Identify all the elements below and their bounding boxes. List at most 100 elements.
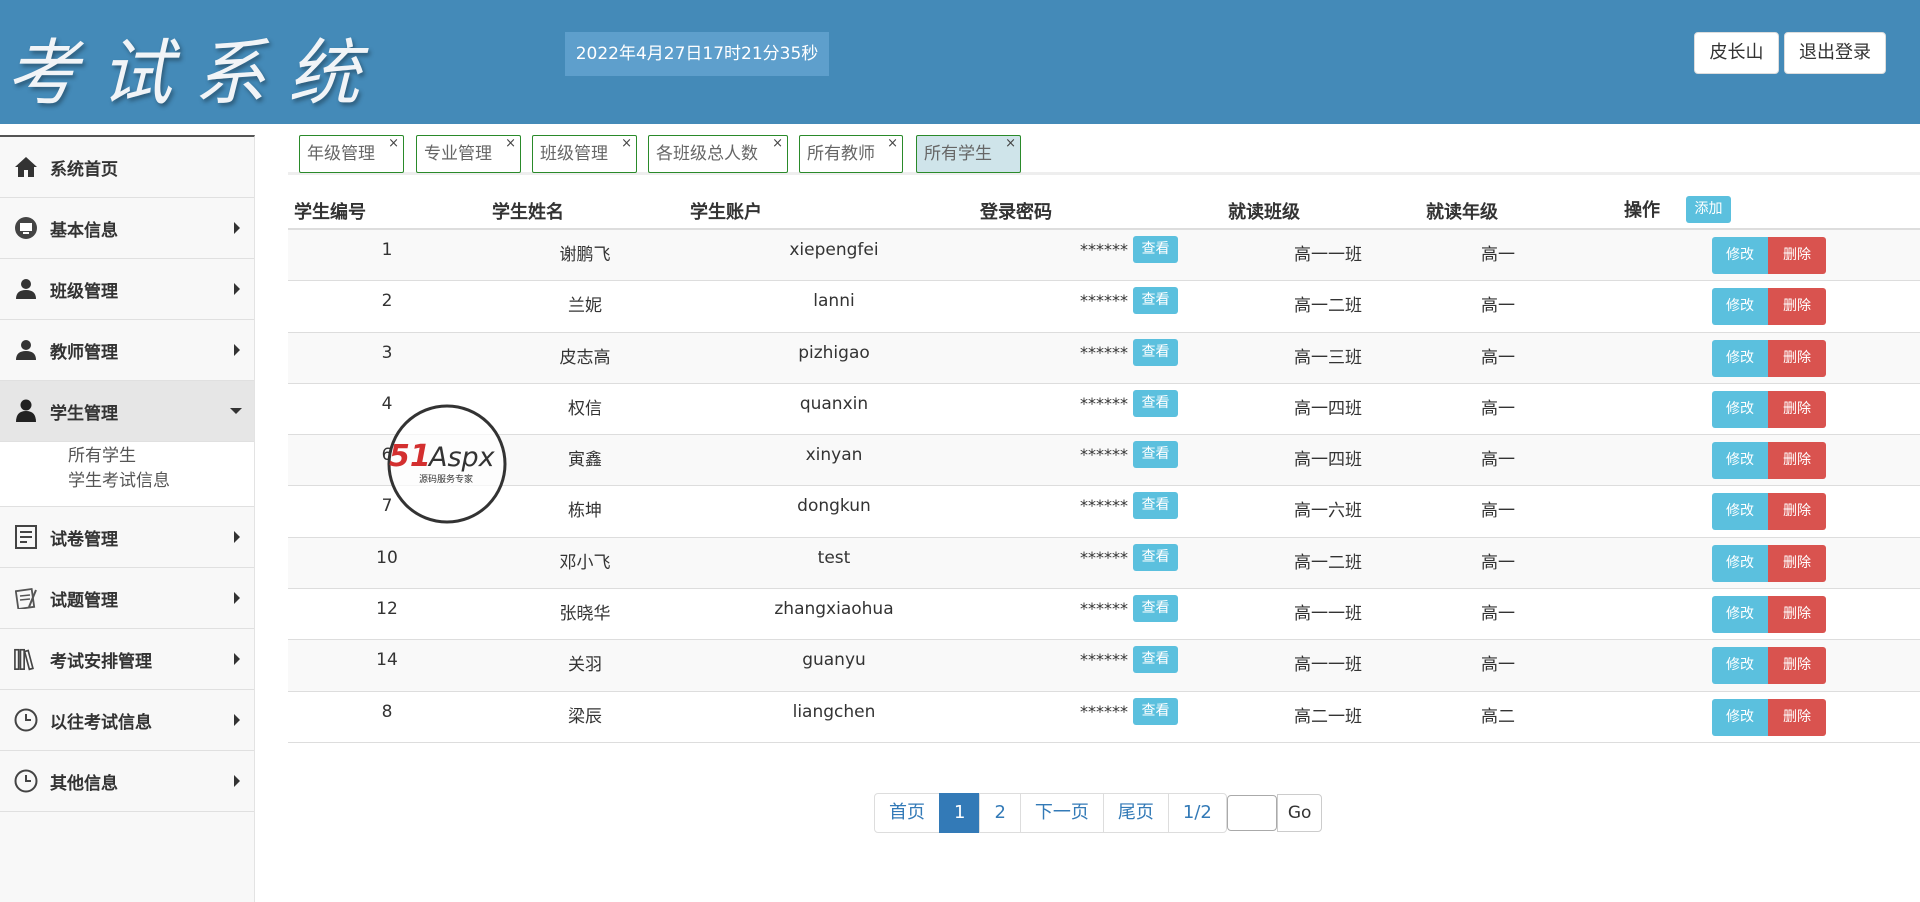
edit-button[interactable]: 修改 bbox=[1712, 596, 1768, 634]
tab-all-teachers[interactable]: 所有教师 × bbox=[799, 135, 903, 173]
delete-button[interactable]: 删除 bbox=[1768, 596, 1826, 634]
page-2-link[interactable]: 2 bbox=[979, 793, 1021, 833]
student-account-cell: guanyu bbox=[802, 650, 866, 671]
sidebar-item-student-manage[interactable]: 学生管理 bbox=[0, 381, 254, 442]
student-name-cell: 寅鑫 bbox=[568, 450, 602, 471]
table-row: 10 邓小飞 test ****** 查看 高一二班 高一 修改 删除 bbox=[288, 537, 1920, 590]
sidebar-item-label: 基本信息 bbox=[50, 220, 118, 241]
grade-cell: 高一 bbox=[1481, 655, 1515, 676]
grade-cell: 高一 bbox=[1481, 398, 1515, 419]
page-1-link[interactable]: 1 bbox=[939, 793, 981, 833]
student-account-cell: test bbox=[817, 547, 851, 568]
chevron-right-icon bbox=[234, 283, 240, 295]
tab-class-totals[interactable]: 各班级总人数 × bbox=[648, 135, 788, 173]
edit-button[interactable]: 修改 bbox=[1712, 647, 1768, 685]
student-account-cell: lanni bbox=[813, 291, 855, 312]
view-password-button[interactable]: 查看 bbox=[1133, 287, 1178, 315]
masked-password: ****** bbox=[1080, 342, 1128, 362]
add-student-button[interactable]: 添加 bbox=[1686, 196, 1731, 223]
go-button[interactable]: Go bbox=[1276, 794, 1323, 832]
edit-button[interactable]: 修改 bbox=[1712, 288, 1768, 326]
close-icon[interactable]: × bbox=[772, 126, 783, 162]
view-password-button[interactable]: 查看 bbox=[1133, 338, 1178, 366]
password-cell: ****** 查看 bbox=[1038, 595, 1178, 623]
sidebar-item-exam-schedule[interactable]: 考试安排管理 bbox=[0, 629, 254, 690]
delete-button[interactable]: 删除 bbox=[1768, 544, 1826, 582]
logout-button[interactable]: 退出登录 bbox=[1784, 32, 1886, 74]
masked-password: ****** bbox=[1080, 599, 1128, 619]
view-password-button[interactable]: 查看 bbox=[1133, 236, 1178, 263]
view-password-button[interactable]: 查看 bbox=[1133, 543, 1178, 571]
edit-button[interactable]: 修改 bbox=[1712, 698, 1768, 736]
edit-button[interactable]: 修改 bbox=[1712, 237, 1768, 274]
first-page-link[interactable]: 首页 bbox=[874, 793, 940, 833]
class-cell: 高一二班 bbox=[1294, 296, 1362, 317]
view-password-button[interactable]: 查看 bbox=[1133, 441, 1178, 469]
view-password-button[interactable]: 查看 bbox=[1133, 492, 1178, 520]
tab-grade-manage[interactable]: 年级管理 × bbox=[299, 135, 404, 173]
sidebar-item-label: 学生管理 bbox=[50, 403, 118, 424]
sidebar-item-basic-info[interactable]: 基本信息 bbox=[0, 198, 254, 259]
delete-button[interactable]: 删除 bbox=[1768, 390, 1826, 428]
sidebar-item-home[interactable]: 系统首页 bbox=[0, 137, 254, 198]
col-student-account: 学生账户 bbox=[690, 202, 762, 223]
submenu-item-student-exam-info[interactable]: 学生考试信息 bbox=[68, 469, 254, 494]
delete-button[interactable]: 删除 bbox=[1768, 647, 1826, 685]
close-icon[interactable]: × bbox=[887, 126, 898, 162]
edit-button[interactable]: 修改 bbox=[1712, 544, 1768, 582]
class-cell: 高一一班 bbox=[1294, 245, 1362, 265]
last-page-link[interactable]: 尾页 bbox=[1102, 793, 1169, 833]
delete-button[interactable]: 删除 bbox=[1768, 237, 1826, 274]
tab-label: 所有学生 bbox=[924, 144, 992, 164]
submenu-item-all-students[interactable]: 所有学生 bbox=[68, 444, 254, 469]
class-cell: 高一一班 bbox=[1294, 655, 1362, 676]
sidebar-item-past-exams[interactable]: 以往考试信息 bbox=[0, 690, 254, 751]
view-password-button[interactable]: 查看 bbox=[1133, 697, 1178, 725]
sidebar-item-label: 试题管理 bbox=[50, 590, 118, 611]
sidebar-item-paper-manage[interactable]: 试卷管理 bbox=[0, 507, 254, 568]
password-cell: ****** 查看 bbox=[1038, 697, 1178, 725]
delete-button[interactable]: 删除 bbox=[1768, 442, 1826, 480]
password-cell: ****** 查看 bbox=[1038, 287, 1178, 315]
edit-button[interactable]: 修改 bbox=[1712, 442, 1768, 480]
view-password-button[interactable]: 查看 bbox=[1133, 389, 1178, 417]
table-row: 8 梁辰 liangchen ****** 查看 高二一班 高二 修改 删除 bbox=[288, 692, 1920, 743]
tab-all-students[interactable]: 所有学生 × bbox=[916, 135, 1021, 173]
paper-icon bbox=[14, 525, 38, 549]
close-icon[interactable]: × bbox=[388, 126, 399, 162]
close-icon[interactable]: × bbox=[1005, 126, 1016, 162]
grade-cell: 高一 bbox=[1481, 347, 1515, 368]
view-password-button[interactable]: 查看 bbox=[1133, 646, 1178, 674]
class-cell: 高一六班 bbox=[1294, 501, 1362, 522]
sidebar-item-class-manage[interactable]: 班级管理 bbox=[0, 259, 254, 320]
delete-button[interactable]: 删除 bbox=[1768, 493, 1826, 531]
chevron-right-icon bbox=[234, 222, 240, 234]
close-icon[interactable]: × bbox=[505, 126, 516, 162]
delete-button[interactable]: 删除 bbox=[1768, 698, 1826, 736]
pagination: 首页 1 2 下一页 尾页 1/2 Go bbox=[874, 793, 1323, 833]
page-number-input[interactable] bbox=[1226, 795, 1277, 831]
delete-button[interactable]: 删除 bbox=[1768, 288, 1826, 326]
col-student-name: 学生姓名 bbox=[492, 202, 564, 223]
next-page-link[interactable]: 下一页 bbox=[1019, 793, 1104, 833]
table-row: 1 谢鹏飞 xiepengfei ****** 查看 高一一班 高一 修改 删除 bbox=[288, 230, 1920, 282]
sidebar-item-other-info[interactable]: 其他信息 bbox=[0, 751, 254, 812]
edit-button[interactable]: 修改 bbox=[1712, 339, 1768, 377]
student-name-cell: 权信 bbox=[568, 398, 602, 419]
table-row: 12 张晓华 zhangxiaohua ****** 查看 高一一班 高一 修改 删除 bbox=[288, 589, 1920, 641]
user-name-button[interactable]: 皮长山 bbox=[1694, 32, 1779, 74]
tab-class-manage[interactable]: 班级管理 × bbox=[532, 135, 637, 173]
edit-button[interactable]: 修改 bbox=[1712, 390, 1768, 428]
delete-button[interactable]: 删除 bbox=[1768, 339, 1826, 377]
student-account-cell: liangchen bbox=[792, 701, 876, 722]
tab-major-manage[interactable]: 专业管理 × bbox=[416, 135, 521, 173]
sidebar-item-teacher-manage[interactable]: 教师管理 bbox=[0, 320, 254, 381]
sidebar-item-label: 班级管理 bbox=[50, 281, 118, 302]
password-cell: ****** 查看 bbox=[1038, 236, 1178, 263]
close-icon[interactable]: × bbox=[621, 126, 632, 162]
masked-password: ****** bbox=[1080, 547, 1128, 567]
sidebar: 系统首页 基本信息 班级管理 教师管理 学生管理 所有学生 学生考试信息 试卷管… bbox=[0, 135, 255, 902]
edit-button[interactable]: 修改 bbox=[1712, 493, 1768, 531]
view-password-button[interactable]: 查看 bbox=[1133, 595, 1178, 623]
sidebar-item-question-manage[interactable]: 试题管理 bbox=[0, 568, 254, 629]
